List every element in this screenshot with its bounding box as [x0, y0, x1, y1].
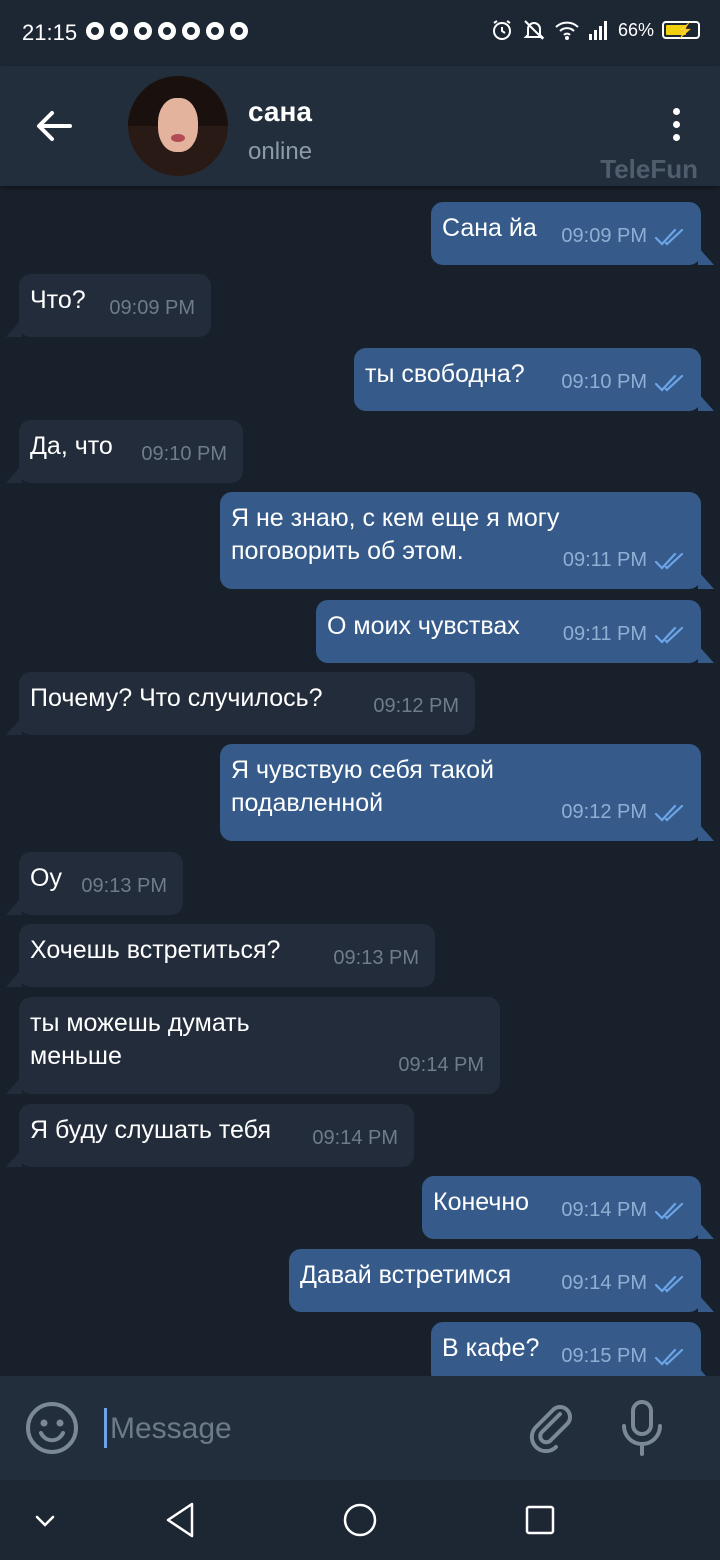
message-meta: 09:14 PM	[561, 1194, 685, 1227]
message-meta: 09:09 PM	[109, 292, 195, 325]
chat-status: online	[248, 138, 313, 165]
message-meta: 09:10 PM	[561, 366, 685, 399]
message-time: 09:12 PM	[373, 695, 459, 717]
message-time: 09:13 PM	[81, 875, 167, 897]
message-meta: 09:11 PM	[563, 618, 685, 651]
message-meta: 09:10 PM	[141, 438, 227, 471]
composer-bar	[0, 1376, 720, 1480]
message-time: 09:10 PM	[561, 371, 647, 393]
attach-icon[interactable]	[524, 1402, 580, 1458]
notification-icons	[86, 22, 248, 40]
message-meta: 09:15 PM	[561, 1340, 685, 1373]
chat-title[interactable]: сана	[248, 96, 312, 128]
incoming-message[interactable]: Я буду слушать тебя 09:14 PM	[6, 1104, 414, 1167]
signal-icon	[588, 21, 607, 40]
alarm-icon	[492, 20, 511, 40]
chrome-icon	[158, 22, 176, 40]
incoming-message[interactable]: Почему? Что случилось? 09:12 PM	[6, 672, 475, 735]
message-time: 09:09 PM	[561, 225, 647, 247]
message-time: 09:14 PM	[561, 1199, 647, 1221]
outgoing-message[interactable]: Сана йа 09:09 PM	[431, 202, 714, 265]
outgoing-message[interactable]: В кафе? 09:15 PM	[431, 1322, 714, 1376]
outgoing-message[interactable]: Конечно 09:14 PM	[422, 1176, 714, 1239]
double-check-icon	[655, 374, 684, 392]
message-time: 09:11 PM	[562, 623, 647, 645]
message-time: 09:14 PM	[561, 1272, 647, 1294]
double-check-icon	[655, 552, 684, 570]
message-time: 09:09 PM	[109, 297, 195, 319]
text-caret	[104, 1408, 107, 1448]
outgoing-message[interactable]: О моих чувствах 09:11 PM	[316, 600, 714, 663]
status-time: 21:15	[22, 20, 78, 45]
back-arrow-icon[interactable]	[34, 106, 74, 146]
outgoing-message[interactable]: Я чувствую себя такой подавленной 09:12 P…	[220, 744, 714, 841]
message-time: 09:14 PM	[398, 1054, 484, 1076]
double-check-icon	[655, 1275, 684, 1293]
outgoing-message[interactable]: Давай встретимся 09:14 PM	[289, 1249, 714, 1312]
incoming-message[interactable]: ты можешь думать меньше 09:14 PM	[6, 997, 500, 1094]
more-menu-icon[interactable]	[666, 108, 686, 148]
incoming-message[interactable]: Что? 09:09 PM	[6, 274, 211, 337]
outgoing-message[interactable]: Я не знаю, с кем еще я могу поговорить о…	[220, 492, 714, 589]
chrome-icon	[182, 22, 200, 40]
message-meta: 09:11 PM	[563, 544, 685, 577]
incoming-message[interactable]: Хочешь встретиться? 09:13 PM	[6, 924, 435, 987]
wifi-icon	[555, 21, 579, 40]
message-meta: 09:14 PM	[561, 1267, 685, 1300]
message-time: 09:10 PM	[141, 443, 227, 465]
nav-recents-icon[interactable]	[524, 1504, 556, 1536]
chat-header: сана online TeleFun	[0, 66, 720, 186]
message-input[interactable]	[108, 1406, 512, 1452]
message-time: 09:13 PM	[333, 947, 419, 969]
avatar[interactable]	[128, 76, 228, 176]
nav-home-icon[interactable]	[342, 1502, 378, 1538]
bell-off-icon	[523, 20, 545, 40]
chrome-icon	[110, 22, 128, 40]
battery-percent: 66%	[617, 19, 654, 40]
chevron-down-icon[interactable]	[30, 1506, 60, 1536]
double-check-icon	[655, 804, 684, 822]
status-right: 66% ⚡	[490, 18, 700, 42]
chrome-icon	[206, 22, 224, 40]
message-time: 09:14 PM	[312, 1127, 398, 1149]
watermark: TeleFun	[600, 154, 698, 184]
message-time: 09:12 PM	[561, 801, 647, 823]
message-meta: 09:13 PM	[333, 942, 419, 975]
system-nav-bar	[0, 1480, 720, 1560]
message-list[interactable]: Сана йа 09:09 PM Что? 09:09 PM ты свободна? 0…	[0, 186, 720, 1376]
microphone-icon[interactable]	[614, 1398, 670, 1458]
outgoing-message[interactable]: ты свободна? 09:10 PM	[354, 348, 714, 411]
double-check-icon	[655, 1348, 684, 1366]
battery-icon: ⚡	[662, 21, 700, 39]
message-meta: 09:13 PM	[81, 870, 167, 903]
double-check-icon	[655, 626, 684, 644]
double-check-icon	[655, 1202, 684, 1220]
status-bar: 21:15 66% ⚡	[0, 0, 720, 66]
message-meta: 09:14 PM	[398, 1049, 484, 1082]
message-meta: 09:12 PM	[561, 796, 685, 829]
chrome-icon	[230, 22, 248, 40]
emoji-icon[interactable]	[24, 1400, 80, 1456]
double-check-icon	[655, 228, 684, 246]
message-meta: 09:12 PM	[373, 690, 459, 723]
incoming-message[interactable]: Да, что 09:10 PM	[6, 420, 243, 483]
incoming-message[interactable]: Оу 09:13 PM	[6, 852, 183, 915]
message-meta: 09:14 PM	[312, 1122, 398, 1155]
message-meta: 09:09 PM	[561, 220, 685, 253]
chrome-icon	[134, 22, 152, 40]
message-time: 09:11 PM	[562, 549, 647, 571]
message-time: 09:15 PM	[561, 1345, 647, 1367]
chrome-icon	[86, 22, 104, 40]
nav-back-icon[interactable]	[162, 1500, 198, 1540]
